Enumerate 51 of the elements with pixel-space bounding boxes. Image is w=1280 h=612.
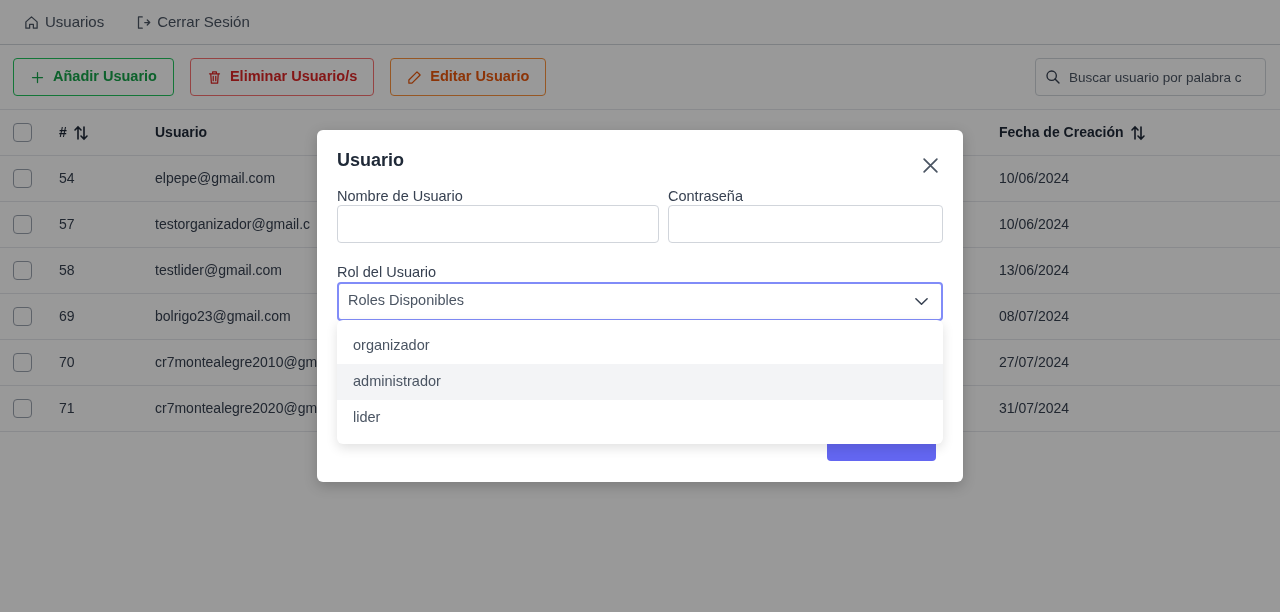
close-icon bbox=[922, 156, 939, 174]
table-cell: 10/06/2024 bbox=[999, 216, 1070, 232]
input-field[interactable] bbox=[668, 205, 943, 244]
modal-title: Usuario bbox=[337, 150, 405, 172]
table-cell: testorganizador@gmail.c bbox=[155, 216, 311, 232]
table-cell: 27/07/2024 bbox=[999, 354, 1070, 370]
pencil-icon bbox=[407, 69, 423, 85]
table-cell: elpepe@gmail.com bbox=[155, 170, 276, 186]
role-select[interactable]: Roles Disponibles bbox=[337, 281, 943, 321]
nav-link[interactable]: Usuarios bbox=[24, 10, 105, 34]
column-header[interactable]: Fecha de Creación bbox=[999, 122, 1146, 143]
table-cell: 13/06/2024 bbox=[999, 262, 1070, 278]
table-cell: 57 bbox=[59, 216, 75, 232]
column-header[interactable]: # bbox=[59, 122, 89, 143]
table-cell: 71 bbox=[59, 400, 75, 416]
row-checkbox[interactable] bbox=[13, 261, 32, 280]
logout-icon bbox=[136, 14, 152, 30]
row-checkbox[interactable] bbox=[13, 215, 32, 234]
dropdown-option[interactable]: administrador bbox=[337, 364, 943, 400]
table-cell: 10/06/2024 bbox=[999, 170, 1070, 186]
trash-icon bbox=[206, 69, 222, 85]
table-cell: bolrigo23@gmail.com bbox=[155, 308, 291, 324]
input-field[interactable] bbox=[337, 205, 659, 244]
table-cell: 58 bbox=[59, 262, 75, 278]
field-label: Contraseña bbox=[668, 188, 744, 206]
home-icon bbox=[24, 14, 39, 30]
column-header: Usuario bbox=[155, 123, 208, 142]
row-checkbox[interactable] bbox=[13, 353, 32, 372]
field-label: Nombre de Usuario bbox=[337, 188, 464, 206]
sort-icon[interactable] bbox=[1129, 124, 1146, 141]
search-field[interactable]: Buscar usuario por palabra c bbox=[1035, 58, 1266, 96]
sort-icon[interactable] bbox=[72, 124, 89, 141]
select-all-checkbox[interactable] bbox=[13, 123, 32, 142]
row-checkbox[interactable] bbox=[13, 307, 32, 326]
field-label: Rol del Usuario bbox=[337, 264, 438, 282]
table-cell: 69 bbox=[59, 308, 75, 324]
table-cell: 54 bbox=[59, 170, 75, 186]
nav-link[interactable]: Cerrar Sesión bbox=[136, 10, 250, 34]
plus-icon bbox=[30, 69, 45, 85]
row-checkbox[interactable] bbox=[13, 169, 32, 188]
table-cell: 31/07/2024 bbox=[999, 400, 1070, 416]
search-icon bbox=[1045, 69, 1061, 85]
table-cell: cr7montealegre2010@gm bbox=[155, 354, 318, 370]
row-checkbox[interactable] bbox=[13, 399, 32, 418]
table-cell: 08/07/2024 bbox=[999, 308, 1070, 324]
table-cell: testlider@gmail.com bbox=[155, 262, 283, 278]
dropdown-option[interactable]: lider bbox=[337, 400, 943, 436]
table-cell: 70 bbox=[59, 354, 75, 370]
dropdown-option[interactable]: organizador bbox=[337, 328, 943, 364]
table-cell: cr7montealegre2020@gm bbox=[155, 400, 318, 416]
delete-user-button[interactable]: Eliminar Usuario/s bbox=[189, 58, 375, 96]
